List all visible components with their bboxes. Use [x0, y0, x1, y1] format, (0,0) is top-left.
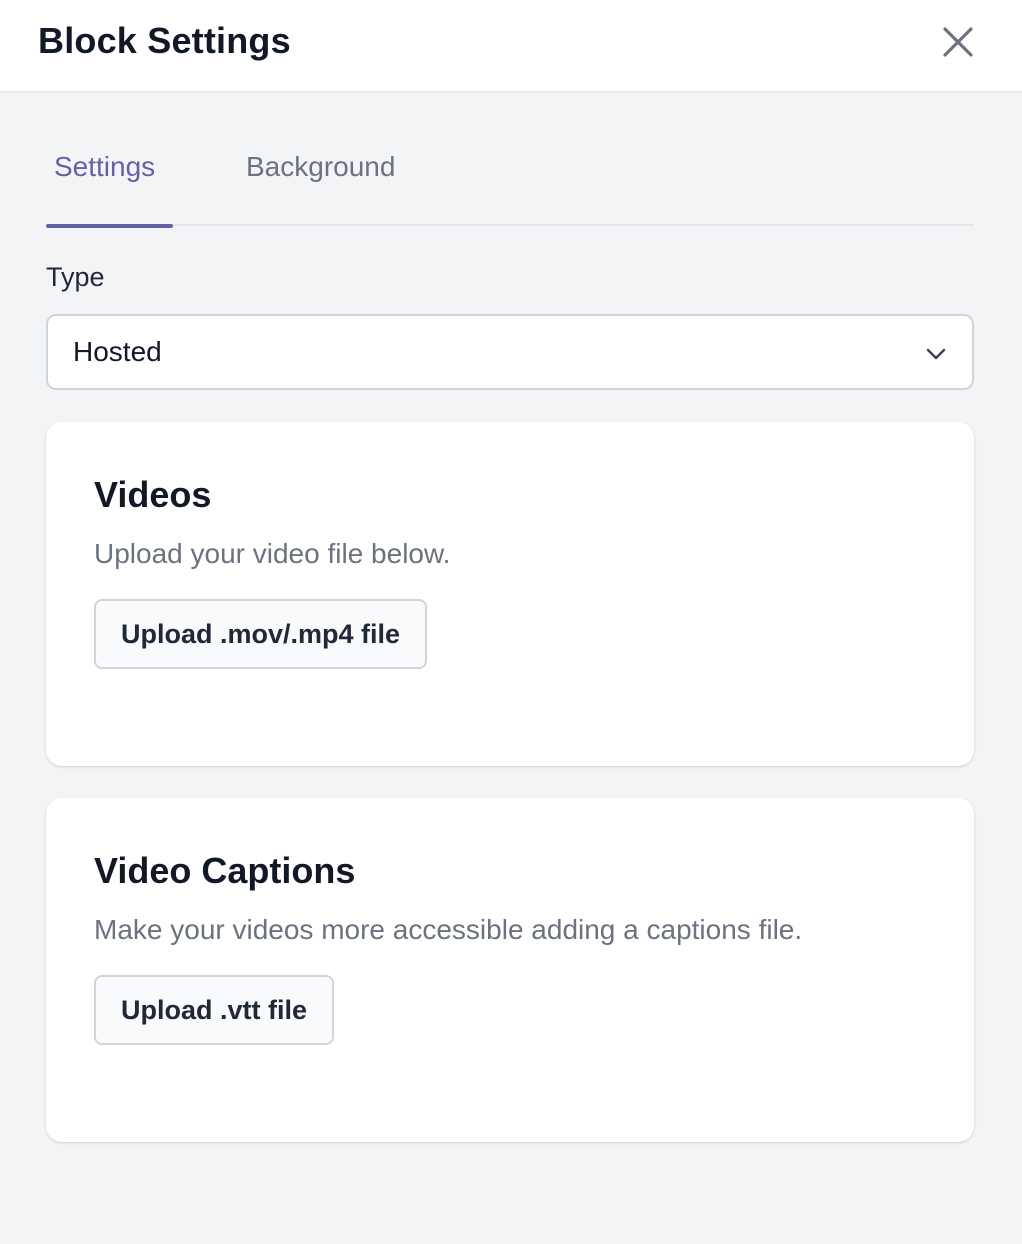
tab-settings-label: Settings: [54, 151, 156, 182]
type-select[interactable]: Hosted: [46, 314, 974, 390]
videos-card-description: Upload your video file below.: [94, 538, 451, 569]
upload-captions-button[interactable]: Upload .vtt file: [94, 975, 335, 1045]
tab-background-label: Background: [246, 151, 396, 182]
videos-card: Videos Upload your video file below. Upl…: [46, 422, 974, 766]
captions-card-title: Video Captions: [94, 850, 356, 891]
type-label: Type: [46, 262, 105, 292]
tab-settings[interactable]: Settings: [46, 128, 173, 228]
type-select-value: Hosted: [73, 336, 162, 367]
captions-card: Video Captions Make your videos more acc…: [46, 798, 974, 1142]
chevron-down-icon: [926, 348, 946, 360]
videos-card-title: Videos: [94, 474, 212, 515]
tab-background[interactable]: Background: [238, 128, 414, 226]
upload-video-button[interactable]: Upload .mov/.mp4 file: [94, 599, 428, 669]
tab-bar: Settings Background: [46, 128, 974, 228]
panel-title: Block Settings: [38, 20, 291, 61]
close-icon: [943, 27, 973, 57]
captions-card-description: Make your videos more accessible adding …: [94, 914, 803, 945]
panel-header: Block Settings: [0, 0, 1022, 93]
close-button[interactable]: [938, 22, 978, 62]
